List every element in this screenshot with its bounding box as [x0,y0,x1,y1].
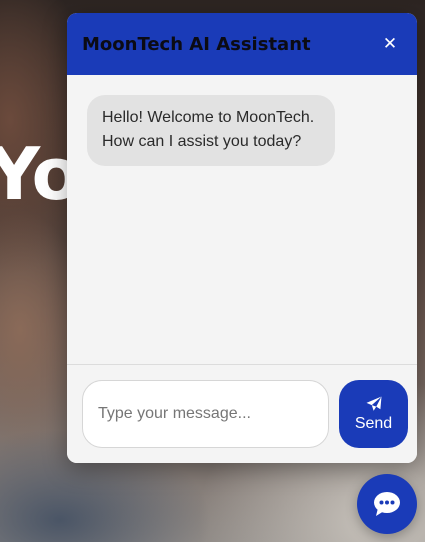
close-button[interactable]: ✕ [378,32,402,56]
chat-launcher-button[interactable] [357,474,417,534]
chat-bubble-icon [374,492,400,516]
chat-title: MoonTech AI Assistant [82,33,311,55]
chat-window: MoonTech AI Assistant ✕ Hello! Welcome t… [67,13,417,463]
bot-message: Hello! Welcome to MoonTech. How can I as… [87,95,335,166]
message-input[interactable] [82,380,329,448]
paper-plane-icon [366,396,381,411]
chat-header: MoonTech AI Assistant ✕ [67,13,417,75]
close-icon: ✕ [382,34,398,53]
send-button[interactable]: Send [339,380,408,448]
send-label: Send [354,415,393,432]
chat-input-bar: Send [67,364,417,463]
message-list: Hello! Welcome to MoonTech. How can I as… [67,75,417,364]
